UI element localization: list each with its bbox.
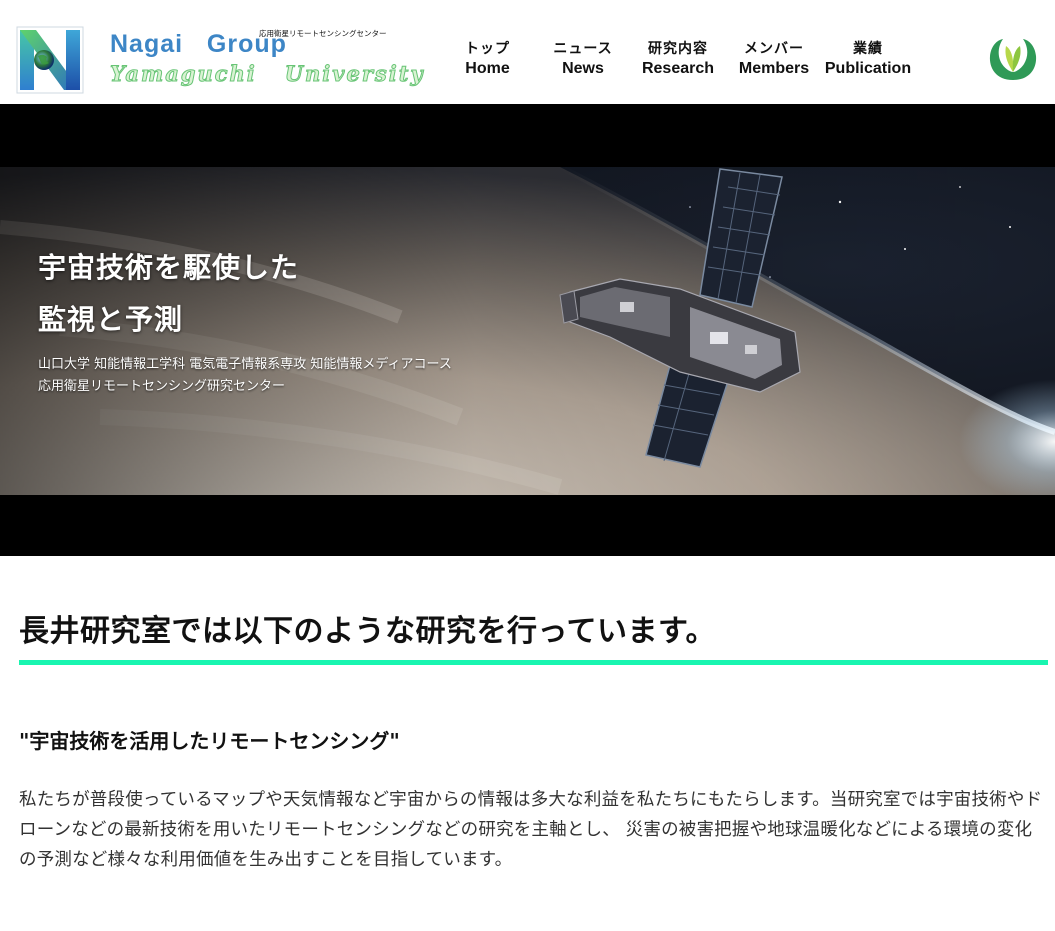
heading-divider — [19, 660, 1048, 665]
site-header: Nagai Group 応用衛星リモートセンシングセンター Yamaguchi … — [0, 0, 1055, 104]
hero-subtitle: 山口大学 知能情報工学科 電気電子情報系専攻 知能情報メディアコース 応用衛星リ… — [38, 354, 452, 398]
nav-home-ja-label: トップ — [465, 41, 510, 57]
nav-publication-ja-label: 業績 — [853, 41, 883, 57]
nav-research-ja-label: 研究内容 — [648, 41, 708, 57]
hero-title: 宇宙技術を駆使した 監視と予測 — [38, 242, 299, 346]
nav-item-home[interactable]: トップ Home — [460, 40, 515, 80]
nav-research-en-label: Research — [641, 60, 715, 77]
nav-members-en-label: Members — [738, 60, 810, 77]
nav-members-ja-label: メンバー — [744, 41, 804, 57]
nav-item-members[interactable]: メンバー Members — [735, 40, 813, 80]
hero-title-line1: 宇宙技術を駆使した — [38, 251, 300, 284]
topic-body: 私たちが普段使っているマップや天気情報など宇宙からの情報は多大な利益を私たちにも… — [19, 790, 1043, 870]
section-heading: 長井研究室では以下のような研究を行っています。 — [19, 614, 716, 649]
hero-title-line2: 監視と予測 — [38, 303, 184, 336]
hero-banner: 宇宙技術を駆使した 監視と予測 山口大学 知能情報工学科 電気電子情報系専攻 知… — [0, 104, 1055, 556]
yamaguchi-university-emblem-icon[interactable] — [986, 34, 1040, 84]
nav-news-en-label: News — [562, 60, 604, 77]
nav-item-research[interactable]: 研究内容 Research — [638, 40, 718, 80]
main-nav: トップ Home ニュース News 研究内容 Research メンバー Me… — [0, 40, 1055, 84]
hero-subtitle-line2: 応用衛星リモートセンシング研究センター — [38, 379, 286, 394]
topic-title: "宇宙技術を活用したリモートセンシング" — [19, 729, 400, 753]
nav-item-news[interactable]: ニュース News — [548, 40, 618, 80]
hero-subtitle-line1: 山口大学 知能情報工学科 電気電子情報系専攻 知能情報メディアコース — [38, 357, 452, 372]
nav-publication-en-label: Publication — [824, 60, 912, 77]
nav-home-en-label: Home — [465, 60, 510, 77]
nav-item-publication[interactable]: 業績 Publication — [821, 40, 915, 80]
brand-subtitle: 応用衛星リモートセンシングセンター — [259, 29, 387, 38]
nav-news-ja-label: ニュース — [553, 41, 613, 57]
